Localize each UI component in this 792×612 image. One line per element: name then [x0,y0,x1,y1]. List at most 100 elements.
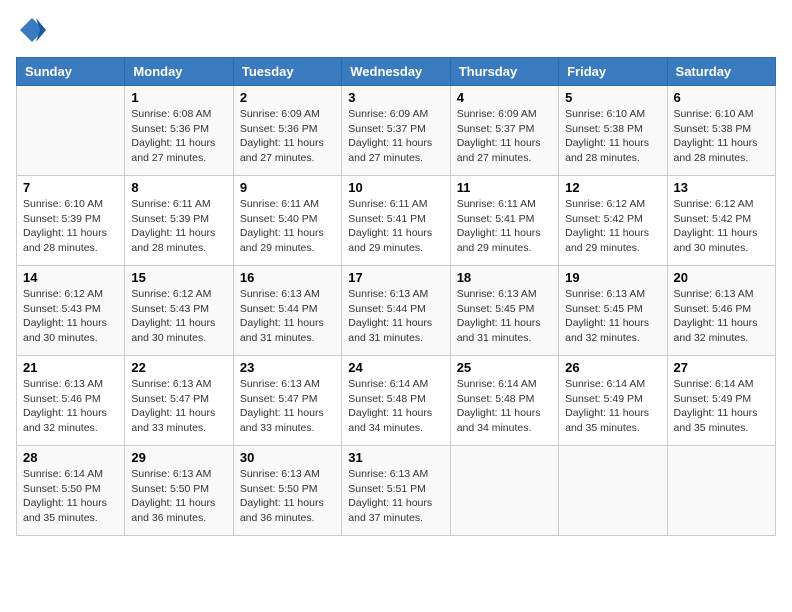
day-number: 13 [674,180,769,195]
day-number: 16 [240,270,335,285]
day-number: 15 [131,270,226,285]
day-detail: Sunrise: 6:14 AMSunset: 5:48 PMDaylight:… [457,377,552,436]
day-cell: 28Sunrise: 6:14 AMSunset: 5:50 PMDayligh… [17,446,125,536]
day-cell: 2 Sunrise: 6:09 AMSunset: 5:36 PMDaylight… [233,86,341,176]
day-cell: 26Sunrise: 6:14 AMSunset: 5:49 PMDayligh… [559,356,667,446]
day-number: 8 [131,180,226,195]
day-cell: 15 Sunrise: 6:12 AMSunset: 5:43 PMDayligh… [125,266,233,356]
day-number: 12 [565,180,660,195]
day-number: 25 [457,360,552,375]
day-detail: Sunrise: 6:13 AMSunset: 5:44 PMDaylight:… [348,287,443,346]
day-cell: 1 Sunrise: 6:08 AMSunset: 5:36 PMDaylight… [125,86,233,176]
week-row-0: 1 Sunrise: 6:08 AMSunset: 5:36 PMDaylight… [17,86,776,176]
day-cell [17,86,125,176]
day-detail: Sunrise: 6:08 AMSunset: 5:36 PMDaylight:… [131,107,226,166]
day-number: 14 [23,270,118,285]
day-cell: 17Sunrise: 6:13 AMSunset: 5:44 PMDayligh… [342,266,450,356]
day-number: 4 [457,90,552,105]
day-detail: Sunrise: 6:13 AMSunset: 5:44 PMDaylight:… [240,287,335,346]
day-number: 22 [131,360,226,375]
day-cell: 22 Sunrise: 6:13 AMSunset: 5:47 PMDayligh… [125,356,233,446]
day-detail: Sunrise: 6:10 AMSunset: 5:38 PMDaylight:… [674,107,769,166]
day-cell: 25 Sunrise: 6:14 AMSunset: 5:48 PMDayligh… [450,356,558,446]
day-number: 11 [457,180,552,195]
day-detail: Sunrise: 6:10 AMSunset: 5:38 PMDaylight:… [565,107,660,166]
day-number: 20 [674,270,769,285]
day-number: 18 [457,270,552,285]
day-number: 23 [240,360,335,375]
day-number: 21 [23,360,118,375]
header-cell-wednesday: Wednesday [342,58,450,86]
day-cell: 6 Sunrise: 6:10 AMSunset: 5:38 PMDaylight… [667,86,775,176]
day-number: 10 [348,180,443,195]
header-row: SundayMondayTuesdayWednesdayThursdayFrid… [17,58,776,86]
day-number: 9 [240,180,335,195]
day-cell: 9 Sunrise: 6:11 AMSunset: 5:40 PMDaylight… [233,176,341,266]
day-detail: Sunrise: 6:13 AMSunset: 5:46 PMDaylight:… [674,287,769,346]
week-row-4: 28Sunrise: 6:14 AMSunset: 5:50 PMDayligh… [17,446,776,536]
day-detail: Sunrise: 6:13 AMSunset: 5:50 PMDaylight:… [131,467,226,526]
day-number: 31 [348,450,443,465]
header-cell-sunday: Sunday [17,58,125,86]
day-detail: Sunrise: 6:13 AMSunset: 5:47 PMDaylight:… [131,377,226,436]
day-cell: 23Sunrise: 6:13 AMSunset: 5:47 PMDayligh… [233,356,341,446]
day-detail: Sunrise: 6:12 AMSunset: 5:42 PMDaylight:… [565,197,660,256]
header-cell-monday: Monday [125,58,233,86]
day-detail: Sunrise: 6:12 AMSunset: 5:43 PMDaylight:… [131,287,226,346]
day-detail: Sunrise: 6:12 AMSunset: 5:42 PMDaylight:… [674,197,769,256]
calendar-table: SundayMondayTuesdayWednesdayThursdayFrid… [16,57,776,536]
day-number: 6 [674,90,769,105]
day-detail: Sunrise: 6:14 AMSunset: 5:49 PMDaylight:… [565,377,660,436]
day-detail: Sunrise: 6:11 AMSunset: 5:41 PMDaylight:… [457,197,552,256]
day-number: 19 [565,270,660,285]
day-cell [559,446,667,536]
logo-icon [18,16,46,44]
day-cell: 31 Sunrise: 6:13 AMSunset: 5:51 PMDayligh… [342,446,450,536]
day-detail: Sunrise: 6:11 AMSunset: 5:40 PMDaylight:… [240,197,335,256]
day-number: 1 [131,90,226,105]
day-cell: 14 Sunrise: 6:12 AMSunset: 5:43 PMDayligh… [17,266,125,356]
day-cell: 21 Sunrise: 6:13 AMSunset: 5:46 PMDayligh… [17,356,125,446]
day-cell: 12 Sunrise: 6:12 AMSunset: 5:42 PMDayligh… [559,176,667,266]
header-cell-tuesday: Tuesday [233,58,341,86]
day-detail: Sunrise: 6:11 AMSunset: 5:41 PMDaylight:… [348,197,443,256]
day-cell: 29 Sunrise: 6:13 AMSunset: 5:50 PMDayligh… [125,446,233,536]
day-number: 2 [240,90,335,105]
day-number: 24 [348,360,443,375]
day-detail: Sunrise: 6:13 AMSunset: 5:45 PMDaylight:… [565,287,660,346]
day-cell: 5 Sunrise: 6:10 AMSunset: 5:38 PMDaylight… [559,86,667,176]
header-cell-friday: Friday [559,58,667,86]
day-detail: Sunrise: 6:14 AMSunset: 5:50 PMDaylight:… [23,467,118,526]
day-cell: 27Sunrise: 6:14 AMSunset: 5:49 PMDayligh… [667,356,775,446]
day-cell [450,446,558,536]
day-detail: Sunrise: 6:14 AMSunset: 5:48 PMDaylight:… [348,377,443,436]
day-detail: Sunrise: 6:11 AMSunset: 5:39 PMDaylight:… [131,197,226,256]
day-cell: 24 Sunrise: 6:14 AMSunset: 5:48 PMDayligh… [342,356,450,446]
day-cell: 3 Sunrise: 6:09 AMSunset: 5:37 PMDaylight… [342,86,450,176]
week-row-3: 21 Sunrise: 6:13 AMSunset: 5:46 PMDayligh… [17,356,776,446]
day-cell: 13 Sunrise: 6:12 AMSunset: 5:42 PMDayligh… [667,176,775,266]
day-number: 27 [674,360,769,375]
day-cell: 18 Sunrise: 6:13 AMSunset: 5:45 PMDayligh… [450,266,558,356]
day-cell: 19 Sunrise: 6:13 AMSunset: 5:45 PMDayligh… [559,266,667,356]
day-number: 30 [240,450,335,465]
week-row-2: 14 Sunrise: 6:12 AMSunset: 5:43 PMDayligh… [17,266,776,356]
day-cell: 20 Sunrise: 6:13 AMSunset: 5:46 PMDayligh… [667,266,775,356]
day-detail: Sunrise: 6:09 AMSunset: 5:36 PMDaylight:… [240,107,335,166]
day-detail: Sunrise: 6:13 AMSunset: 5:45 PMDaylight:… [457,287,552,346]
day-number: 29 [131,450,226,465]
day-detail: Sunrise: 6:10 AMSunset: 5:39 PMDaylight:… [23,197,118,256]
day-detail: Sunrise: 6:13 AMSunset: 5:51 PMDaylight:… [348,467,443,526]
day-detail: Sunrise: 6:12 AMSunset: 5:43 PMDaylight:… [23,287,118,346]
day-detail: Sunrise: 6:09 AMSunset: 5:37 PMDaylight:… [348,107,443,166]
day-cell: 7 Sunrise: 6:10 AMSunset: 5:39 PMDaylight… [17,176,125,266]
week-row-1: 7 Sunrise: 6:10 AMSunset: 5:39 PMDaylight… [17,176,776,266]
day-cell: 16 Sunrise: 6:13 AMSunset: 5:44 PMDayligh… [233,266,341,356]
day-number: 5 [565,90,660,105]
header-cell-thursday: Thursday [450,58,558,86]
day-number: 3 [348,90,443,105]
day-number: 7 [23,180,118,195]
day-detail: Sunrise: 6:09 AMSunset: 5:37 PMDaylight:… [457,107,552,166]
header-cell-saturday: Saturday [667,58,775,86]
day-detail: Sunrise: 6:13 AMSunset: 5:46 PMDaylight:… [23,377,118,436]
